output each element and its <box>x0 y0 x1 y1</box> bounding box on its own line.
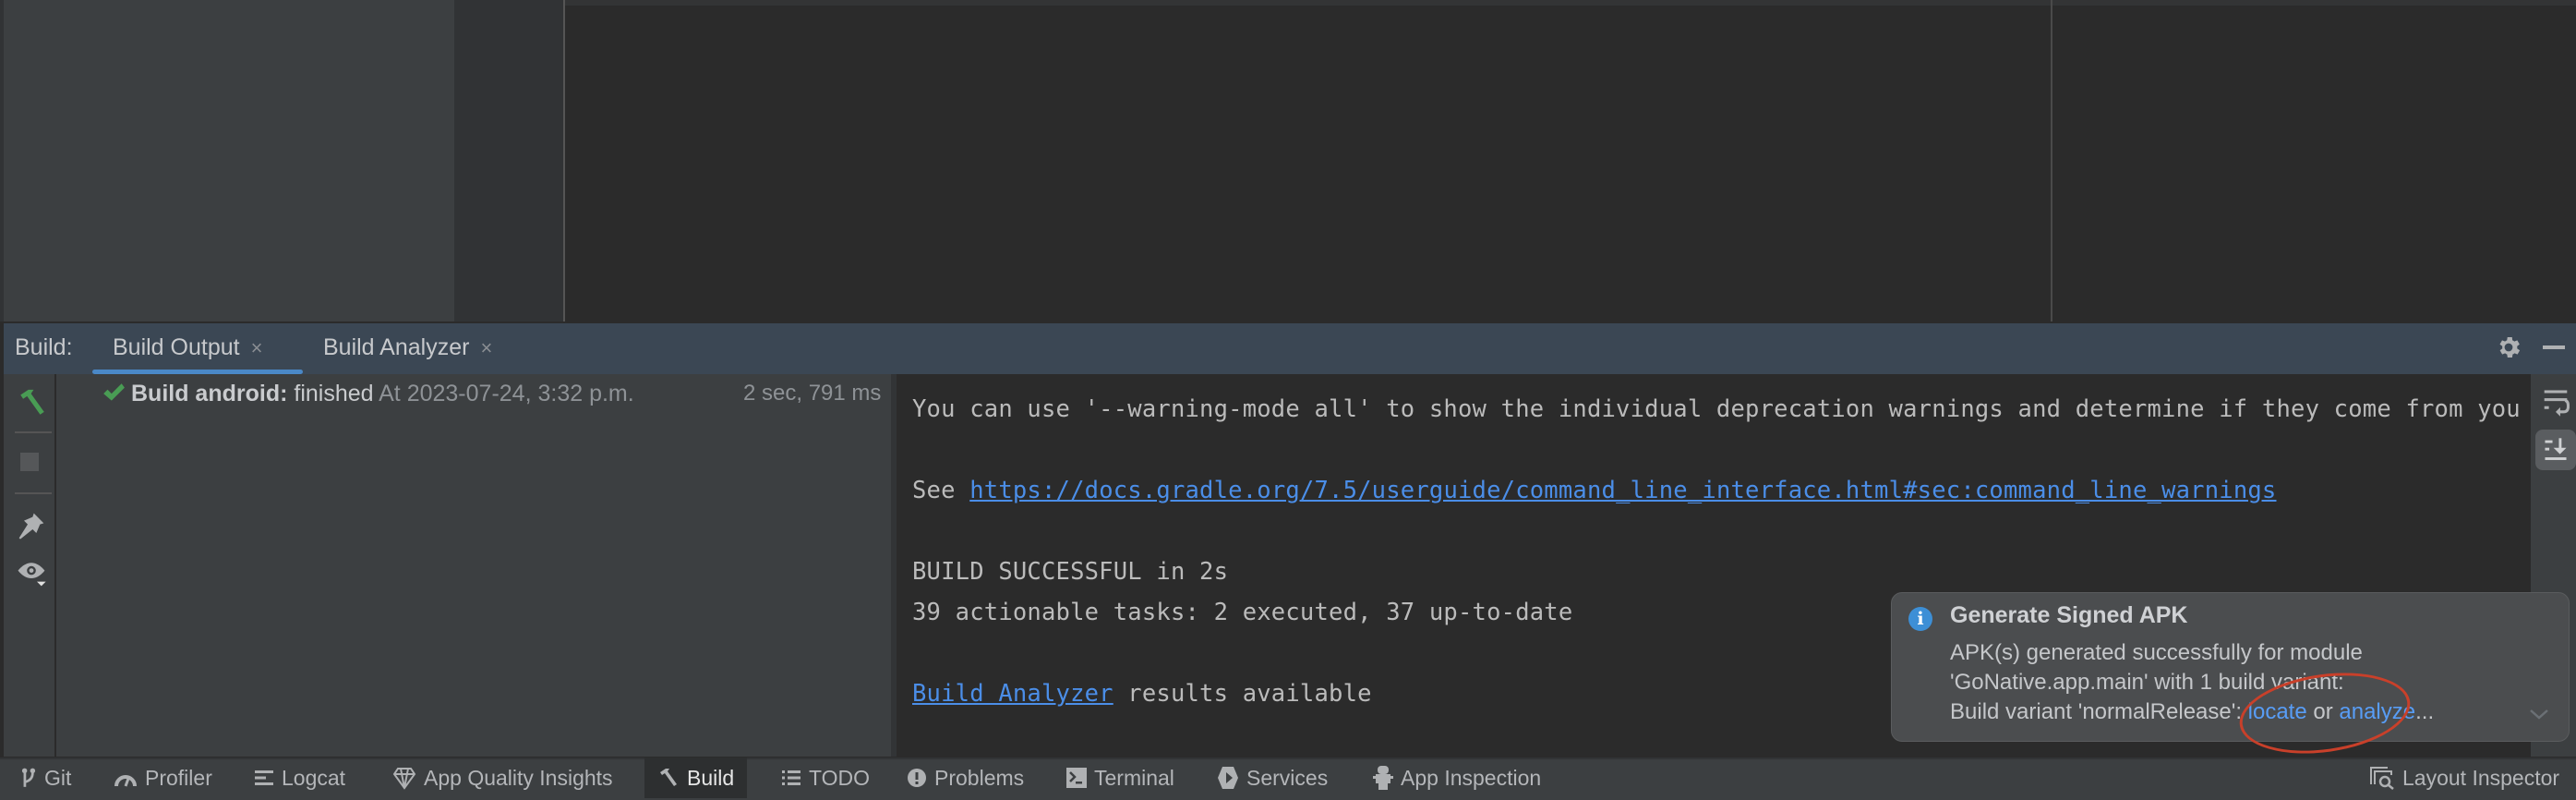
soft-wrap-icon[interactable] <box>2542 388 2570 418</box>
tool-button-label: App Quality Insights <box>424 766 613 790</box>
analyze-link[interactable]: analyze <box>2339 699 2415 724</box>
hammer-icon <box>660 769 677 786</box>
gradle-docs-link[interactable]: https://docs.gradle.org/7.5/userguide/co… <box>969 477 2276 504</box>
tab-label: Build Output <box>113 334 240 360</box>
toolbar-separator <box>15 431 52 433</box>
tool-button-services[interactable]: Services <box>1217 758 1328 798</box>
build-tool-window-header: Build: Build Output × Build Analyzer × <box>4 323 2576 374</box>
scroll-to-end-button[interactable] <box>2535 430 2576 470</box>
layout-inspector-icon <box>2370 767 2394 790</box>
console-text: See <box>912 477 970 504</box>
exclamation-icon <box>908 769 926 787</box>
tool-button-terminal[interactable]: Terminal <box>1066 758 1174 798</box>
build-actions-toolbar <box>4 374 56 757</box>
list-icon <box>782 770 800 785</box>
git-branch-icon <box>21 768 36 787</box>
pin-icon[interactable] <box>17 511 46 540</box>
eye-icon[interactable] <box>15 559 48 587</box>
terminal-icon <box>1066 768 1087 788</box>
diamond-icon <box>392 768 416 790</box>
close-icon[interactable]: × <box>480 336 492 359</box>
tool-button-label: Terminal <box>1094 766 1174 790</box>
tab-label: Build Analyzer <box>323 334 470 360</box>
tool-button-label: TODO <box>809 766 871 790</box>
tool-button-layout-inspector[interactable]: Layout Inspector <box>2369 758 2559 798</box>
tool-button-label: Logcat <box>282 766 346 790</box>
tab-build-analyzer[interactable]: Build Analyzer × <box>323 323 492 371</box>
right-margin-guide <box>2051 0 2052 321</box>
console-line: 39 actionable tasks: 2 executed, 37 up-t… <box>912 599 1573 626</box>
console-line: BUILD SUCCESSFUL in 2s <box>912 558 1229 586</box>
tool-button-label: Layout Inspector <box>2402 766 2560 790</box>
tool-button-todo[interactable]: TODO <box>781 758 870 798</box>
build-tree <box>56 374 891 757</box>
tool-button-label: Services <box>1246 766 1329 790</box>
scroll-to-end-icon <box>2545 438 2567 460</box>
tool-button-app-inspection[interactable]: App Inspection <box>1373 758 1541 798</box>
close-icon[interactable]: × <box>251 336 263 359</box>
project-panel <box>0 0 454 321</box>
tool-button-label: Problems <box>934 766 1025 790</box>
console-line: See https://docs.gradle.org/7.5/userguid… <box>912 477 2276 504</box>
tool-button-label: Profiler <box>145 766 212 790</box>
tool-button-label: App Inspection <box>1401 766 1542 790</box>
notification-text-or: or <box>2306 699 2340 724</box>
hammer-icon[interactable] <box>17 387 48 418</box>
tool-window-title: Build: <box>15 334 73 360</box>
console-text: results available <box>1113 680 1372 708</box>
tool-button-label: Git <box>44 766 72 790</box>
build-analyzer-link[interactable]: Build Analyzer <box>912 680 1113 708</box>
checkmark-icon <box>103 383 125 401</box>
minimize-icon[interactable] <box>2543 345 2565 349</box>
tab-build-output[interactable]: Build Output × <box>113 323 262 371</box>
services-icon <box>1218 767 1238 789</box>
tool-button-problems[interactable]: Problems <box>907 758 1024 798</box>
notification-ellipsis: ... <box>2415 699 2435 724</box>
tool-button-profiler[interactable]: Profiler <box>114 758 212 798</box>
build-duration: 2 sec, 791 ms <box>743 381 882 406</box>
console-line: Build Analyzer results available <box>912 680 1372 708</box>
app-inspection-icon <box>1373 766 1393 790</box>
editor-gutter <box>454 0 563 321</box>
tool-button-build[interactable]: Build <box>644 758 748 798</box>
stop-icon[interactable] <box>20 453 39 471</box>
build-tree-row[interactable]: Build android: finished At 2023-07-24, 3… <box>102 379 634 408</box>
notification-text: APK(s) generated successfully for module <box>1950 640 2363 665</box>
tool-button-git[interactable]: Git <box>20 758 71 798</box>
tool-button-label: Build <box>687 766 735 790</box>
gear-icon[interactable] <box>2495 333 2522 361</box>
editor-top-bar <box>565 0 2576 6</box>
notification-text: Build variant 'normalRelease': locate or… <box>1950 699 2434 725</box>
locate-link[interactable]: locate <box>2248 699 2307 724</box>
chevron-down-icon[interactable] <box>2529 704 2549 724</box>
build-title: Build android: <box>131 381 288 406</box>
code-editor[interactable] <box>563 0 2576 321</box>
toolbar-separator <box>15 492 52 494</box>
info-icon: i <box>1908 607 1932 631</box>
notification-text-prefix: Build variant 'normalRelease': <box>1950 699 2248 724</box>
tool-button-logcat[interactable]: Logcat <box>254 758 345 798</box>
console-line: You can use '--warning-mode all' to show… <box>912 395 2521 423</box>
logcat-icon <box>255 770 273 785</box>
build-status: finished <box>294 381 374 406</box>
notification-text: 'GoNative.app.main' with 1 build variant… <box>1950 670 2344 695</box>
notification-title: Generate Signed APK <box>1950 602 2188 628</box>
gauge-icon <box>114 775 137 787</box>
tool-button-app-quality-insights[interactable]: App Quality Insights <box>392 758 613 798</box>
build-timestamp: At 2023-07-24, 3:32 p.m. <box>379 381 634 406</box>
